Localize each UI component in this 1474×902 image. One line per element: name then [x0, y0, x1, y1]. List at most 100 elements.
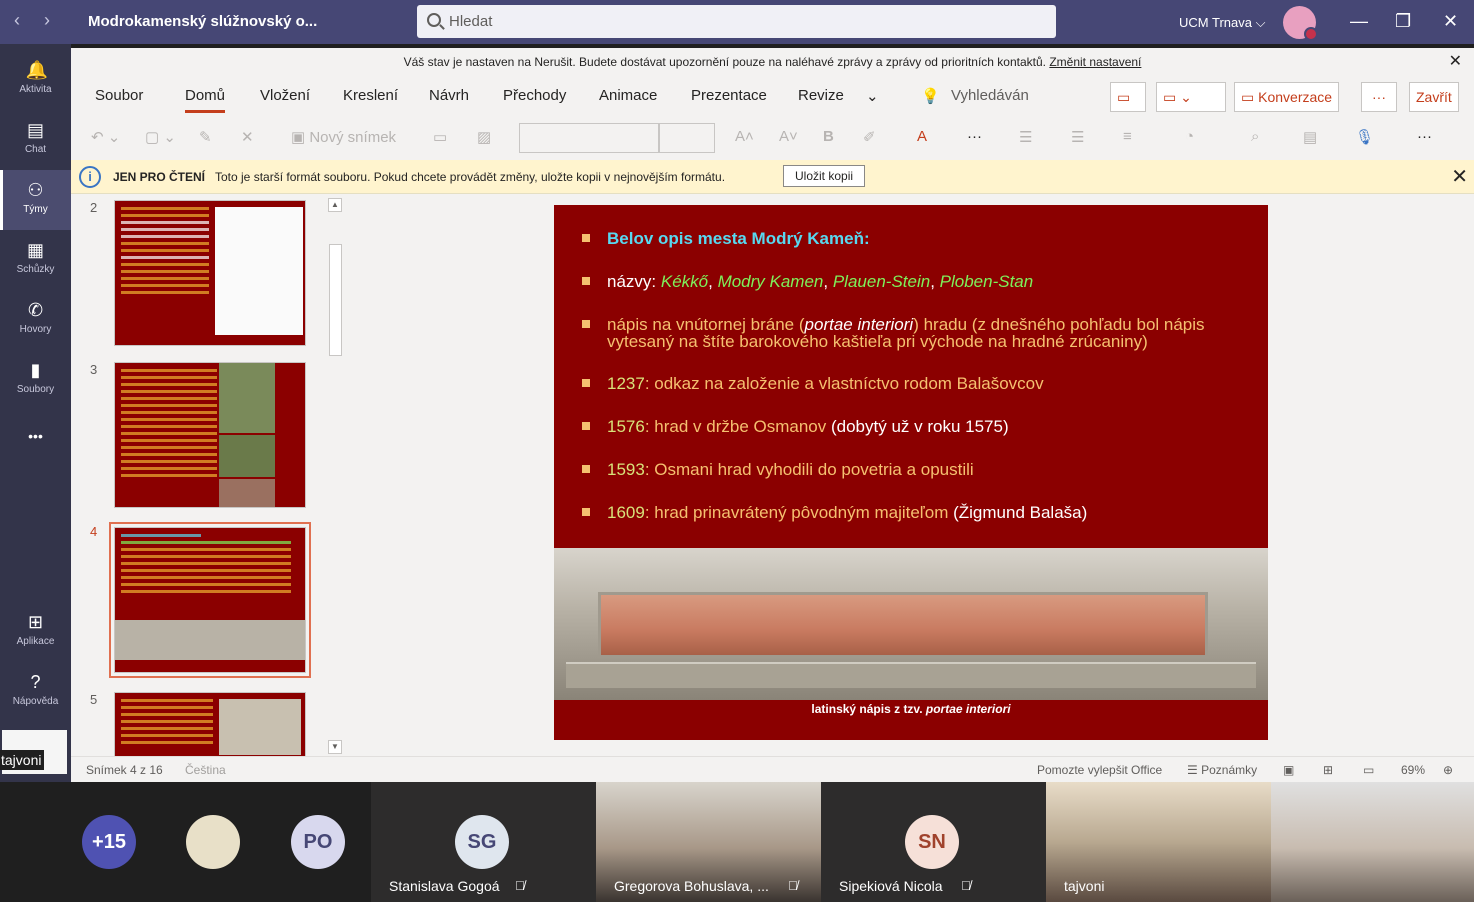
paste-icon[interactable]: ▢ ⌄ — [145, 128, 176, 146]
tab-design[interactable]: Návrh — [429, 87, 469, 104]
thumbnail-scrollbar[interactable]: ▲ ▼ — [326, 194, 344, 756]
self-name-label: tajvoni — [0, 750, 45, 770]
rail-item-apps[interactable]: ⊞ Aplikace — [0, 602, 71, 662]
rail-item-more[interactable]: ••• — [0, 416, 71, 476]
rail-item-teams[interactable]: ⚇ Týmy — [0, 170, 71, 230]
org-switcher[interactable]: UCM Trnava ⌵ — [1179, 15, 1265, 31]
delete-icon[interactable]: ✕ — [241, 128, 254, 146]
align-icon[interactable]: ≡ — [1123, 128, 1132, 145]
designer-icon[interactable]: ▤ — [1303, 128, 1317, 146]
save-copy-button[interactable]: Uložit kopii — [783, 165, 866, 187]
shapes-icon[interactable]: ◔ — [1185, 128, 1194, 145]
bullets-icon[interactable]: ☰ — [1019, 128, 1032, 146]
slide-thumbnail-active[interactable] — [109, 522, 311, 678]
scroll-up-icon[interactable]: ▲ — [328, 198, 342, 212]
zoom-level[interactable]: 69% — [1401, 763, 1425, 777]
tab-slideshow[interactable]: Prezentace — [691, 87, 767, 104]
format-painter-icon[interactable]: ✎ — [199, 128, 212, 146]
tab-animations[interactable]: Animace — [599, 87, 657, 104]
conversation-button[interactable]: ▭ Konverzace — [1234, 82, 1340, 112]
grow-font-icon[interactable]: A˄ — [735, 128, 754, 145]
present-icon[interactable]: ▭ ⌄ — [1156, 82, 1226, 112]
status-bar: Snímek 4 z 16 Čeština Pomozte vylepšit O… — [71, 756, 1474, 782]
participant-video-tile[interactable] — [1271, 782, 1474, 902]
new-slide-button[interactable]: ▣ Nový snímek — [291, 128, 396, 146]
rail-item-files[interactable]: ▮ Soubory — [0, 350, 71, 410]
chevron-down-icon[interactable]: ⌄ — [866, 87, 879, 105]
title-bar: ‹ › Modrokamenský slúžnovský o... Hledat… — [0, 0, 1474, 44]
forward-arrow-icon[interactable]: › — [44, 10, 50, 31]
undo-icon[interactable]: ↶ ⌄ — [91, 128, 120, 146]
rail-item-help[interactable]: ? Nápověda — [0, 662, 71, 722]
teams-icon: ⚇ — [27, 180, 44, 200]
font-family-select[interactable] — [519, 123, 659, 153]
minimize-icon[interactable]: — — [1350, 11, 1368, 32]
participants-bar: +15 PO SG Stanislava Gogoá 🎙̸ Gregorova … — [0, 782, 1474, 902]
comment-icon[interactable]: ▭ — [1110, 82, 1146, 112]
rail-item-activity[interactable]: 🔔 Aktivita — [0, 50, 71, 110]
slide-title: Belov opis mesta Modrý Kameň: — [607, 229, 870, 248]
close-icon[interactable]: ✕ — [1443, 11, 1458, 32]
slide-sorter-icon[interactable]: ⊞ — [1323, 763, 1333, 777]
participant-video-tile[interactable]: Gregorova Bohuslava, ... 🎙̸ — [596, 782, 821, 902]
highlight-icon[interactable]: ✐ — [863, 128, 876, 146]
participant-tile[interactable]: SG Stanislava Gogoá 🎙̸ — [371, 782, 596, 902]
slide-thumbnail[interactable] — [114, 362, 306, 508]
search-box[interactable]: Hledat — [417, 5, 1056, 38]
more-participants-badge[interactable]: +15 — [82, 815, 136, 869]
participant-video-tile[interactable]: tajvoni — [1046, 782, 1271, 902]
current-slide[interactable]: Belov opis mesta Modrý Kameň: názvy: Kék… — [554, 205, 1268, 740]
language-label[interactable]: Čeština — [185, 763, 226, 777]
mic-off-icon: 🎙̸ — [788, 878, 798, 893]
close-icon[interactable]: ✕ — [1449, 48, 1462, 76]
rail-item-chat[interactable]: ▤ Chat — [0, 110, 71, 170]
participant-avatar-image[interactable] — [186, 815, 240, 869]
close-icon[interactable]: ✕ — [1451, 164, 1468, 189]
scroll-thumb[interactable] — [329, 244, 342, 356]
participant-name: Sipekiová Nicola — [839, 878, 943, 894]
dictate-icon[interactable]: 🎙 — [1355, 128, 1374, 146]
tab-draw[interactable]: Kreslení — [343, 87, 398, 104]
slide-thumbnail[interactable] — [114, 692, 306, 756]
image-icon[interactable]: ▨ — [477, 128, 491, 146]
rail-item-meetings[interactable]: ▦ Schůzky — [0, 230, 71, 290]
participant-tile[interactable]: SN Sipekiová Nicola 🎙̸ — [821, 782, 1046, 902]
tab-review[interactable]: Revize — [798, 87, 844, 104]
reading-view-icon[interactable]: ▭ — [1363, 763, 1374, 777]
tab-insert[interactable]: Vložení — [260, 87, 310, 104]
tab-file[interactable]: Soubor — [95, 87, 143, 104]
scroll-down-icon[interactable]: ▼ — [328, 740, 342, 754]
slide-thumbnail[interactable] — [114, 200, 306, 346]
font-color-icon[interactable]: A — [917, 128, 927, 145]
user-avatar[interactable] — [1283, 6, 1318, 41]
participant-avatar[interactable]: PO — [291, 815, 345, 869]
font-size-select[interactable] — [659, 123, 715, 153]
bold-icon[interactable]: B — [823, 128, 834, 145]
more-options-icon[interactable]: ··· — [1361, 82, 1397, 112]
more-icon[interactable]: ··· — [967, 128, 982, 145]
normal-view-icon[interactable]: ▣ — [1283, 763, 1294, 777]
numbering-icon[interactable]: ☰ — [1071, 128, 1084, 146]
file-icon: ▮ — [30, 360, 41, 380]
tab-home[interactable]: Domů — [185, 87, 226, 113]
find-icon[interactable]: ⌕ — [1251, 128, 1259, 145]
maximize-icon[interactable]: ❐ — [1395, 11, 1411, 32]
close-document-button[interactable]: Zavřít — [1409, 82, 1459, 112]
rail-item-calls[interactable]: ✆ Hovory — [0, 290, 71, 350]
tab-transitions[interactable]: Přechody — [503, 87, 566, 104]
thumbnail-number: 2 — [90, 200, 98, 215]
layout-icon[interactable]: ▭ — [433, 128, 447, 146]
thumbnail-number: 4 — [90, 524, 98, 539]
stone-ledge — [566, 662, 1256, 688]
change-settings-link[interactable]: Změnit nastavení — [1049, 55, 1141, 69]
app-rail: 🔔 Aktivita ▤ Chat ⚇ Týmy ▦ Schůzky ✆ Hov… — [0, 44, 71, 782]
participant-avatar: SN — [905, 815, 959, 869]
help-improve-link[interactable]: Pomozte vylepšit Office — [1037, 763, 1162, 777]
slide-thumbnails: 2 3 4 5 ▲ ▼ — [71, 194, 349, 756]
back-arrow-icon[interactable]: ‹ — [14, 10, 20, 31]
tell-me-search[interactable]: Vyhledáván — [951, 87, 1029, 104]
notes-button[interactable]: ☰ Poznámky — [1187, 763, 1257, 777]
shrink-font-icon[interactable]: A˅ — [779, 128, 798, 145]
fit-slide-icon[interactable]: ⊕ — [1443, 763, 1453, 777]
more-icon[interactable]: ··· — [1417, 128, 1432, 145]
